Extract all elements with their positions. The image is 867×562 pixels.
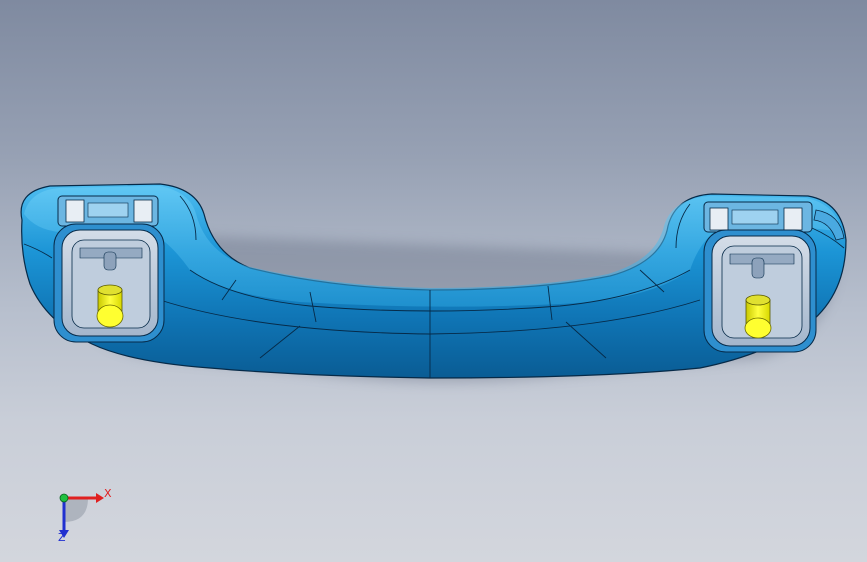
reference-triad: X Z <box>40 478 130 548</box>
x-axis-label: X <box>104 487 112 500</box>
right-pin[interactable] <box>744 294 772 339</box>
shadow-quadrant-icon <box>64 498 88 522</box>
z-axis-label: Z <box>58 531 66 544</box>
model-3d-view[interactable] <box>0 0 867 562</box>
x-axis-arrow-icon <box>96 493 104 503</box>
triad-graphic <box>59 493 104 538</box>
left-clip <box>57 195 159 227</box>
y-axis-dot-icon <box>59 493 69 503</box>
left-pin[interactable] <box>96 284 124 328</box>
graphics-viewport[interactable]: X Z <box>0 0 867 562</box>
